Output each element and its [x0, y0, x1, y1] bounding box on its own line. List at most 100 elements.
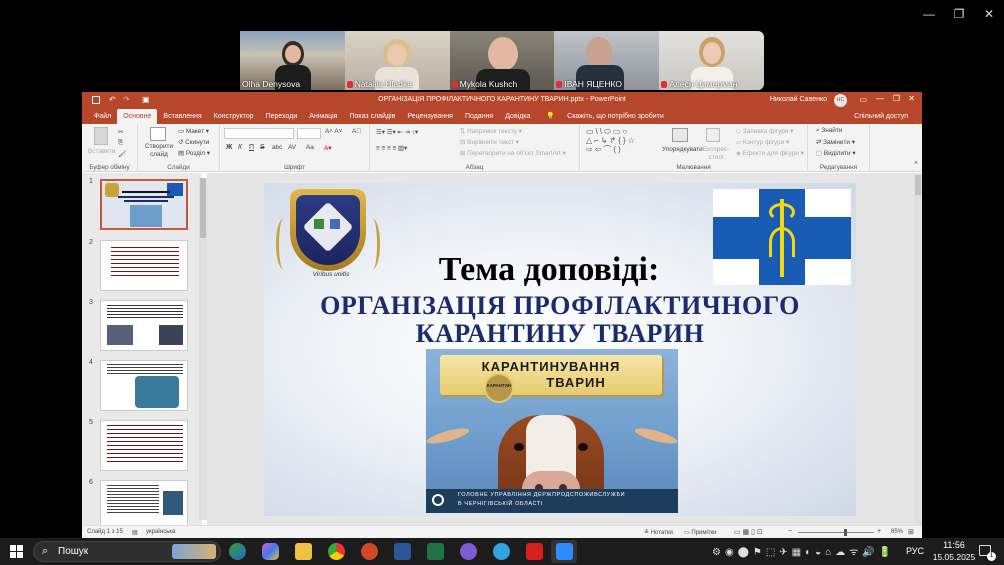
close-button[interactable]: ✕: [908, 94, 915, 103]
paste-icon[interactable]: [94, 127, 108, 145]
search-box[interactable]: ⌕ Пошук: [33, 541, 221, 562]
font-name-box[interactable]: [224, 128, 294, 139]
thumbnail-scrollbar[interactable]: [199, 178, 207, 520]
smartart-button[interactable]: ⊞ Перетворити на об'єкт SmartArt ▾: [460, 149, 566, 157]
tab-help[interactable]: Довідка: [499, 109, 536, 124]
font-size-box[interactable]: [297, 128, 321, 139]
align-icons[interactable]: ≡ ≡ ≡ ≡ ▥▾: [376, 144, 407, 152]
bullets-icon[interactable]: ☰▾ ☰▾ ⇤ ⇥ ↕▾: [376, 128, 418, 136]
text-shadow-button[interactable]: abc: [272, 144, 282, 151]
close-button[interactable]: ✕: [974, 0, 1004, 28]
copy-icon[interactable]: ⎘: [118, 139, 123, 147]
share-button[interactable]: Спільний доступ: [848, 109, 914, 124]
quick-styles-button[interactable]: Експрес-стилі: [700, 146, 732, 162]
new-slide-button[interactable]: Створити слайд: [143, 143, 175, 159]
slide-thumbnail-3[interactable]: [100, 300, 188, 351]
shape-outline-button[interactable]: ▱ Контур фігури ▾: [736, 138, 789, 146]
viber-icon[interactable]: [460, 543, 477, 560]
align-text-button[interactable]: ⊟ Вирівняти текст ▾: [460, 138, 519, 146]
input-language[interactable]: РУС: [906, 546, 924, 556]
notes-button[interactable]: ≜ Нотатки: [644, 529, 673, 536]
tab-home[interactable]: Основне: [117, 109, 158, 124]
participant-tile[interactable]: Mykola Kushch: [449, 31, 555, 90]
zoom-icon[interactable]: [556, 543, 573, 560]
collapse-ribbon-icon[interactable]: ˄: [914, 160, 918, 167]
select-button[interactable]: ⬚ Виділити ▾: [816, 149, 856, 157]
slide-thumbnail-1[interactable]: [100, 179, 188, 230]
tab-file[interactable]: Файл: [88, 109, 117, 124]
edge-icon[interactable]: [229, 543, 246, 560]
tab-slideshow[interactable]: Показ слайдів: [343, 109, 401, 124]
powerpoint-icon[interactable]: [361, 543, 378, 560]
slide-thumbnail-5[interactable]: [100, 420, 188, 471]
slide-canvas[interactable]: Viribus unitis Тема доповіді: ОРГАНІЗАЦІ…: [264, 183, 856, 516]
slide-scrollbar[interactable]: [914, 173, 922, 525]
clock-time[interactable]: 11:56: [934, 540, 974, 550]
participant-tile[interactable]: Алеся Цимерман: [659, 31, 764, 90]
text-direction-button[interactable]: ⇅ Напрямок тексту ▾: [460, 127, 522, 135]
new-slide-icon[interactable]: [150, 127, 166, 141]
quick-styles-icon[interactable]: [706, 128, 720, 142]
participant-tile[interactable]: ІВАН ЯЦЕНКО: [554, 31, 660, 90]
character-spacing-button[interactable]: AV: [288, 144, 296, 151]
underline-button[interactable]: П: [249, 144, 254, 151]
slide-thumbnail-2[interactable]: [100, 240, 188, 291]
restore-button[interactable]: ❐: [944, 0, 974, 28]
strikethrough-button[interactable]: S: [260, 144, 265, 151]
zoom-level[interactable]: 85%: [891, 529, 903, 535]
clock-date[interactable]: 15.05.2025: [928, 552, 980, 562]
avatar[interactable]: НС: [834, 94, 847, 107]
restore-button[interactable]: ❐: [893, 94, 900, 103]
normal-view-icon[interactable]: ▭ ▦ ▯ ⊡: [734, 528, 763, 536]
minimize-button[interactable]: —: [876, 94, 884, 103]
cut-icon[interactable]: ✂: [118, 128, 123, 136]
zoom-slider-thumb[interactable]: [844, 529, 847, 536]
language-indicator[interactable]: українська: [146, 529, 176, 535]
tell-me-search[interactable]: Скажіть, що потрібно зробити: [561, 109, 670, 124]
find-button[interactable]: ⌕ Знайти: [816, 127, 842, 135]
file-explorer-icon[interactable]: [295, 543, 312, 560]
arrange-button[interactable]: Упорядкувати: [662, 146, 703, 153]
replace-button[interactable]: ⇄ Замінити ▾: [816, 138, 855, 146]
tab-review[interactable]: Рецензування: [401, 109, 459, 124]
format-painter-icon[interactable]: 🖌: [118, 150, 126, 158]
slide-thumbnail-4[interactable]: [100, 360, 188, 411]
tab-transitions[interactable]: Переходи: [260, 109, 304, 124]
acrobat-icon[interactable]: [526, 543, 543, 560]
font-color-icon[interactable]: A▾: [324, 144, 331, 152]
fit-slide-icon[interactable]: ⊞: [908, 528, 914, 536]
telegram-icon[interactable]: [493, 543, 510, 560]
minimize-button[interactable]: —: [914, 0, 944, 28]
slide-thumbnail-6[interactable]: [100, 480, 188, 525]
ribbon-display-icon[interactable]: ▭: [859, 95, 867, 104]
zoom-in-icon[interactable]: +: [877, 528, 881, 535]
comments-button[interactable]: ▭ Примітки: [684, 529, 717, 536]
tab-view[interactable]: Подання: [459, 109, 499, 124]
copilot-icon[interactable]: [262, 543, 279, 560]
shapes-gallery[interactable]: ▭\\⬭▭○ △⌐↳↱{}☆ ⇨⇦⌒(): [586, 127, 654, 157]
participant-tile[interactable]: Nataliia Hladka: [344, 31, 450, 90]
start-icon[interactable]: [10, 545, 23, 558]
tab-design[interactable]: Конструктор: [208, 109, 260, 124]
word-icon[interactable]: [394, 543, 411, 560]
clear-formatting-icon[interactable]: A⃠: [352, 128, 361, 135]
tab-insert[interactable]: Вставлення: [157, 109, 207, 124]
participant-tile[interactable]: Olha Denysova: [240, 31, 345, 90]
excel-icon[interactable]: [427, 543, 444, 560]
spellcheck-icon[interactable]: ▤: [132, 529, 138, 536]
zoom-out-icon[interactable]: −: [788, 528, 792, 535]
system-tray-icons[interactable]: ⚙◉⬤⚑⬚✈▦◐◒⌂☁ᯤ🔊🔋: [712, 544, 895, 558]
section-button[interactable]: ▤ Розділ ▾: [178, 149, 210, 157]
shape-fill-button[interactable]: ◇ Заливка фігури ▾: [736, 127, 793, 135]
layout-button[interactable]: ▭ Макет ▾: [178, 127, 209, 135]
chrome-icon[interactable]: [328, 543, 345, 560]
reset-button[interactable]: ↺ Скинути: [178, 138, 209, 146]
arrange-icon[interactable]: [672, 128, 688, 142]
italic-button[interactable]: К: [238, 144, 242, 151]
paste-button[interactable]: Вставити: [88, 148, 115, 155]
shape-effects-button[interactable]: ◈ Ефекти для фігури ▾: [736, 149, 804, 157]
zoom-slider[interactable]: [798, 532, 874, 533]
bold-button[interactable]: Ж: [226, 144, 232, 151]
tab-animations[interactable]: Анімація: [303, 109, 343, 124]
grow-font-icon[interactable]: A˄ A˅: [325, 128, 342, 135]
